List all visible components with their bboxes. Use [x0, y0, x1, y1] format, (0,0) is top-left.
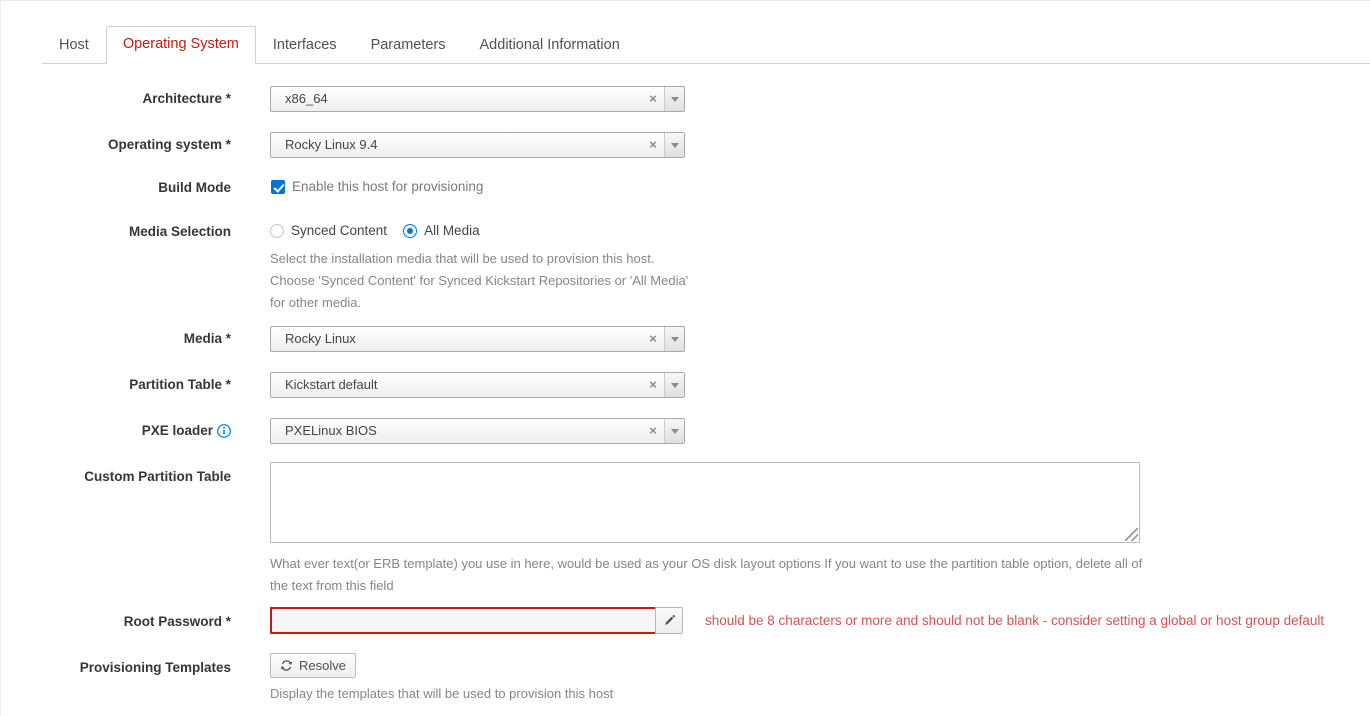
build-mode-checkbox[interactable] — [271, 179, 285, 194]
resolve-button-label: Resolve — [299, 658, 346, 673]
chevron-down-icon[interactable] — [664, 373, 684, 397]
chevron-down-icon[interactable] — [664, 419, 684, 443]
custom-partition-table-textarea[interactable] — [270, 462, 1140, 543]
radio-all-media[interactable]: All Media — [403, 222, 480, 239]
chevron-down-icon[interactable] — [664, 133, 684, 157]
pxe-loader-value: PXELinux BIOS — [285, 423, 377, 438]
architecture-select[interactable]: x86_64 × — [270, 86, 685, 112]
radio-all-media-label[interactable]: All Media — [424, 222, 480, 239]
media-selection-help: Select the installation media that will … — [270, 251, 689, 310]
build-mode-label: Build Mode — [158, 180, 231, 195]
resize-grip-icon[interactable] — [1125, 528, 1138, 541]
architecture-value: x86_64 — [285, 91, 328, 106]
partition-table-label: Partition Table * — [129, 377, 231, 392]
host-form-page: Host Operating System Interfaces Paramet… — [0, 0, 1370, 716]
clear-icon[interactable]: × — [642, 419, 664, 443]
pxe-loader-label: PXE loader — [1, 422, 231, 442]
edit-password-button[interactable] — [655, 607, 683, 634]
tab-parameters[interactable]: Parameters — [354, 27, 463, 64]
operating-system-label: Operating system * — [107, 137, 231, 152]
media-selection-radio-group: Synced Content All Media — [270, 222, 480, 239]
provisioning-templates-help: Display the templates that will be used … — [270, 686, 614, 701]
media-value: Rocky Linux — [285, 331, 356, 346]
tab-operating-system[interactable]: Operating System — [105, 26, 256, 64]
media-select[interactable]: Rocky Linux × — [270, 326, 685, 352]
pxe-loader-label-text: PXE loader — [141, 423, 213, 438]
root-password-label: Root Password * — [123, 614, 231, 629]
partition-table-value: Kickstart default — [285, 377, 378, 392]
clear-icon[interactable]: × — [642, 373, 664, 397]
operating-system-select[interactable]: Rocky Linux 9.4 × — [270, 132, 685, 158]
clear-icon[interactable]: × — [642, 87, 664, 111]
radio-synced-content-label[interactable]: Synced Content — [291, 222, 387, 239]
tab-additional-information[interactable]: Additional Information — [463, 27, 637, 64]
media-label: Media * — [183, 331, 231, 346]
info-icon[interactable] — [217, 424, 231, 442]
chevron-down-icon[interactable] — [664, 87, 684, 111]
tab-interfaces[interactable]: Interfaces — [256, 27, 354, 64]
resolve-button[interactable]: Resolve — [270, 653, 356, 678]
clear-icon[interactable]: × — [642, 327, 664, 351]
tab-host[interactable]: Host — [42, 27, 106, 64]
radio-synced-content[interactable]: Synced Content — [270, 222, 387, 239]
chevron-down-icon[interactable] — [664, 327, 684, 351]
pxe-loader-select[interactable]: PXELinux BIOS × — [270, 418, 685, 444]
custom-partition-table-label: Custom Partition Table — [84, 469, 231, 484]
media-selection-label: Media Selection — [128, 224, 231, 239]
root-password-error: should be 8 characters or more and shoul… — [705, 613, 1325, 628]
clear-icon[interactable]: × — [642, 133, 664, 157]
radio-icon[interactable] — [270, 223, 284, 238]
refresh-icon — [280, 660, 293, 671]
root-password-input[interactable] — [270, 607, 655, 634]
provisioning-templates-label: Provisioning Templates — [79, 660, 231, 675]
pencil-icon — [664, 615, 675, 625]
architecture-label: Architecture * — [142, 91, 231, 106]
build-mode-checkbox-label[interactable]: Enable this host for provisioning — [292, 178, 483, 195]
partition-table-select[interactable]: Kickstart default × — [270, 372, 685, 398]
root-password-field-wrap — [270, 607, 683, 634]
build-mode-checkbox-wrap[interactable]: Enable this host for provisioning — [271, 178, 483, 195]
tab-bar: Host Operating System Interfaces Paramet… — [42, 26, 1370, 64]
custom-partition-table-help: What ever text(or ERB template) you use … — [270, 556, 1143, 593]
radio-icon[interactable] — [403, 223, 418, 238]
operating-system-value: Rocky Linux 9.4 — [285, 137, 378, 152]
